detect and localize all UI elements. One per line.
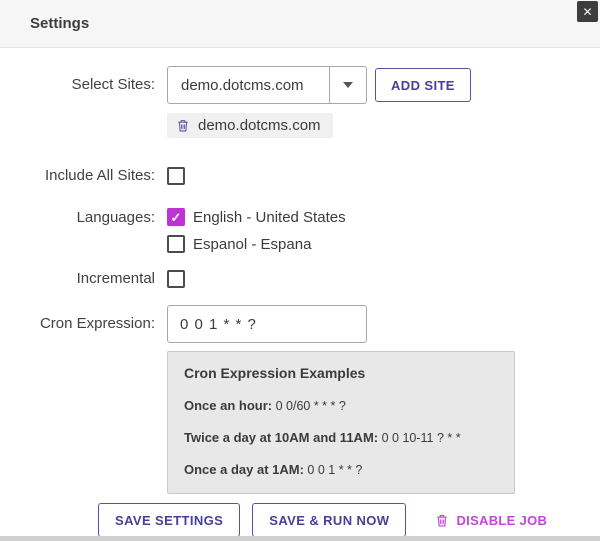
site-dropdown[interactable]: demo.dotcms.com: [167, 66, 367, 104]
incremental-label: Incremental: [30, 269, 155, 289]
include-all-sites-label: Include All Sites:: [30, 166, 155, 186]
close-icon[interactable]: ✕: [577, 1, 598, 22]
site-chip-label: demo.dotcms.com: [198, 117, 321, 134]
include-all-sites-checkbox[interactable]: [167, 167, 185, 185]
select-sites-label: Select Sites:: [30, 75, 155, 95]
disable-job-trash-icon: [435, 513, 449, 528]
add-site-button[interactable]: ADD SITE: [375, 68, 471, 102]
cron-example-value: 0 0/60 * * * ?: [276, 399, 346, 413]
include-all-sites-row: Include All Sites:: [30, 166, 570, 186]
page-background-edge: [0, 536, 600, 541]
cron-example-label: Once an hour:: [184, 398, 272, 413]
save-run-now-button[interactable]: SAVE & RUN NOW: [252, 503, 406, 537]
language-espanol-checkbox[interactable]: [167, 235, 185, 253]
settings-dialog: Settings ✕ Select Sites: demo.dotcms.com…: [0, 0, 600, 536]
cron-expression-input[interactable]: [167, 305, 367, 343]
cron-examples-title: Cron Expression Examples: [184, 365, 498, 381]
incremental-checkbox[interactable]: [167, 270, 185, 288]
site-chip: demo.dotcms.com: [167, 113, 333, 138]
chevron-down-icon: [343, 82, 353, 88]
cron-examples-panel: Cron Expression Examples Once an hour: 0…: [167, 351, 515, 494]
disable-job-label: DISABLE JOB: [456, 513, 547, 528]
cron-example-label: Once a day at 1AM:: [184, 462, 304, 477]
save-settings-button[interactable]: SAVE SETTINGS: [98, 503, 240, 537]
remove-site-trash-icon[interactable]: [176, 118, 190, 133]
selected-sites-list: demo.dotcms.com: [167, 113, 570, 138]
cron-expression-row: Cron Expression:: [30, 305, 570, 343]
disable-job-button[interactable]: DISABLE JOB: [435, 513, 547, 528]
site-dropdown-value: demo.dotcms.com: [168, 67, 330, 103]
incremental-row: Incremental: [30, 269, 570, 289]
cron-example: Once an hour: 0 0/60 * * * ?: [184, 398, 498, 413]
languages-row: Languages: English - United States Espan…: [30, 208, 570, 253]
dialog-title: Settings: [30, 15, 89, 32]
cron-example-label: Twice a day at 10AM and 11AM:: [184, 430, 378, 445]
cron-example-value: 0 0 1 * * ?: [307, 463, 362, 477]
dropdown-toggle[interactable]: [330, 67, 366, 103]
dialog-body: Select Sites: demo.dotcms.com ADD SITE: [0, 48, 600, 537]
cron-example: Once a day at 1AM: 0 0 1 * * ?: [184, 462, 498, 477]
dialog-footer: SAVE SETTINGS SAVE & RUN NOW DISABLE JOB: [98, 503, 570, 537]
language-english-label[interactable]: English - United States: [193, 209, 346, 226]
language-option: Espanol - Espana: [167, 235, 346, 253]
dialog-header: Settings ✕: [0, 0, 600, 48]
language-espanol-label[interactable]: Espanol - Espana: [193, 236, 311, 253]
language-option: English - United States: [167, 208, 346, 226]
cron-example: Twice a day at 10AM and 11AM: 0 0 10-11 …: [184, 430, 498, 445]
cron-example-value: 0 0 10-11 ? * *: [382, 431, 461, 445]
language-english-checkbox[interactable]: [167, 208, 185, 226]
languages-label: Languages:: [30, 208, 155, 228]
select-sites-row: Select Sites: demo.dotcms.com ADD SITE: [30, 66, 570, 104]
cron-expression-label: Cron Expression:: [30, 314, 155, 334]
